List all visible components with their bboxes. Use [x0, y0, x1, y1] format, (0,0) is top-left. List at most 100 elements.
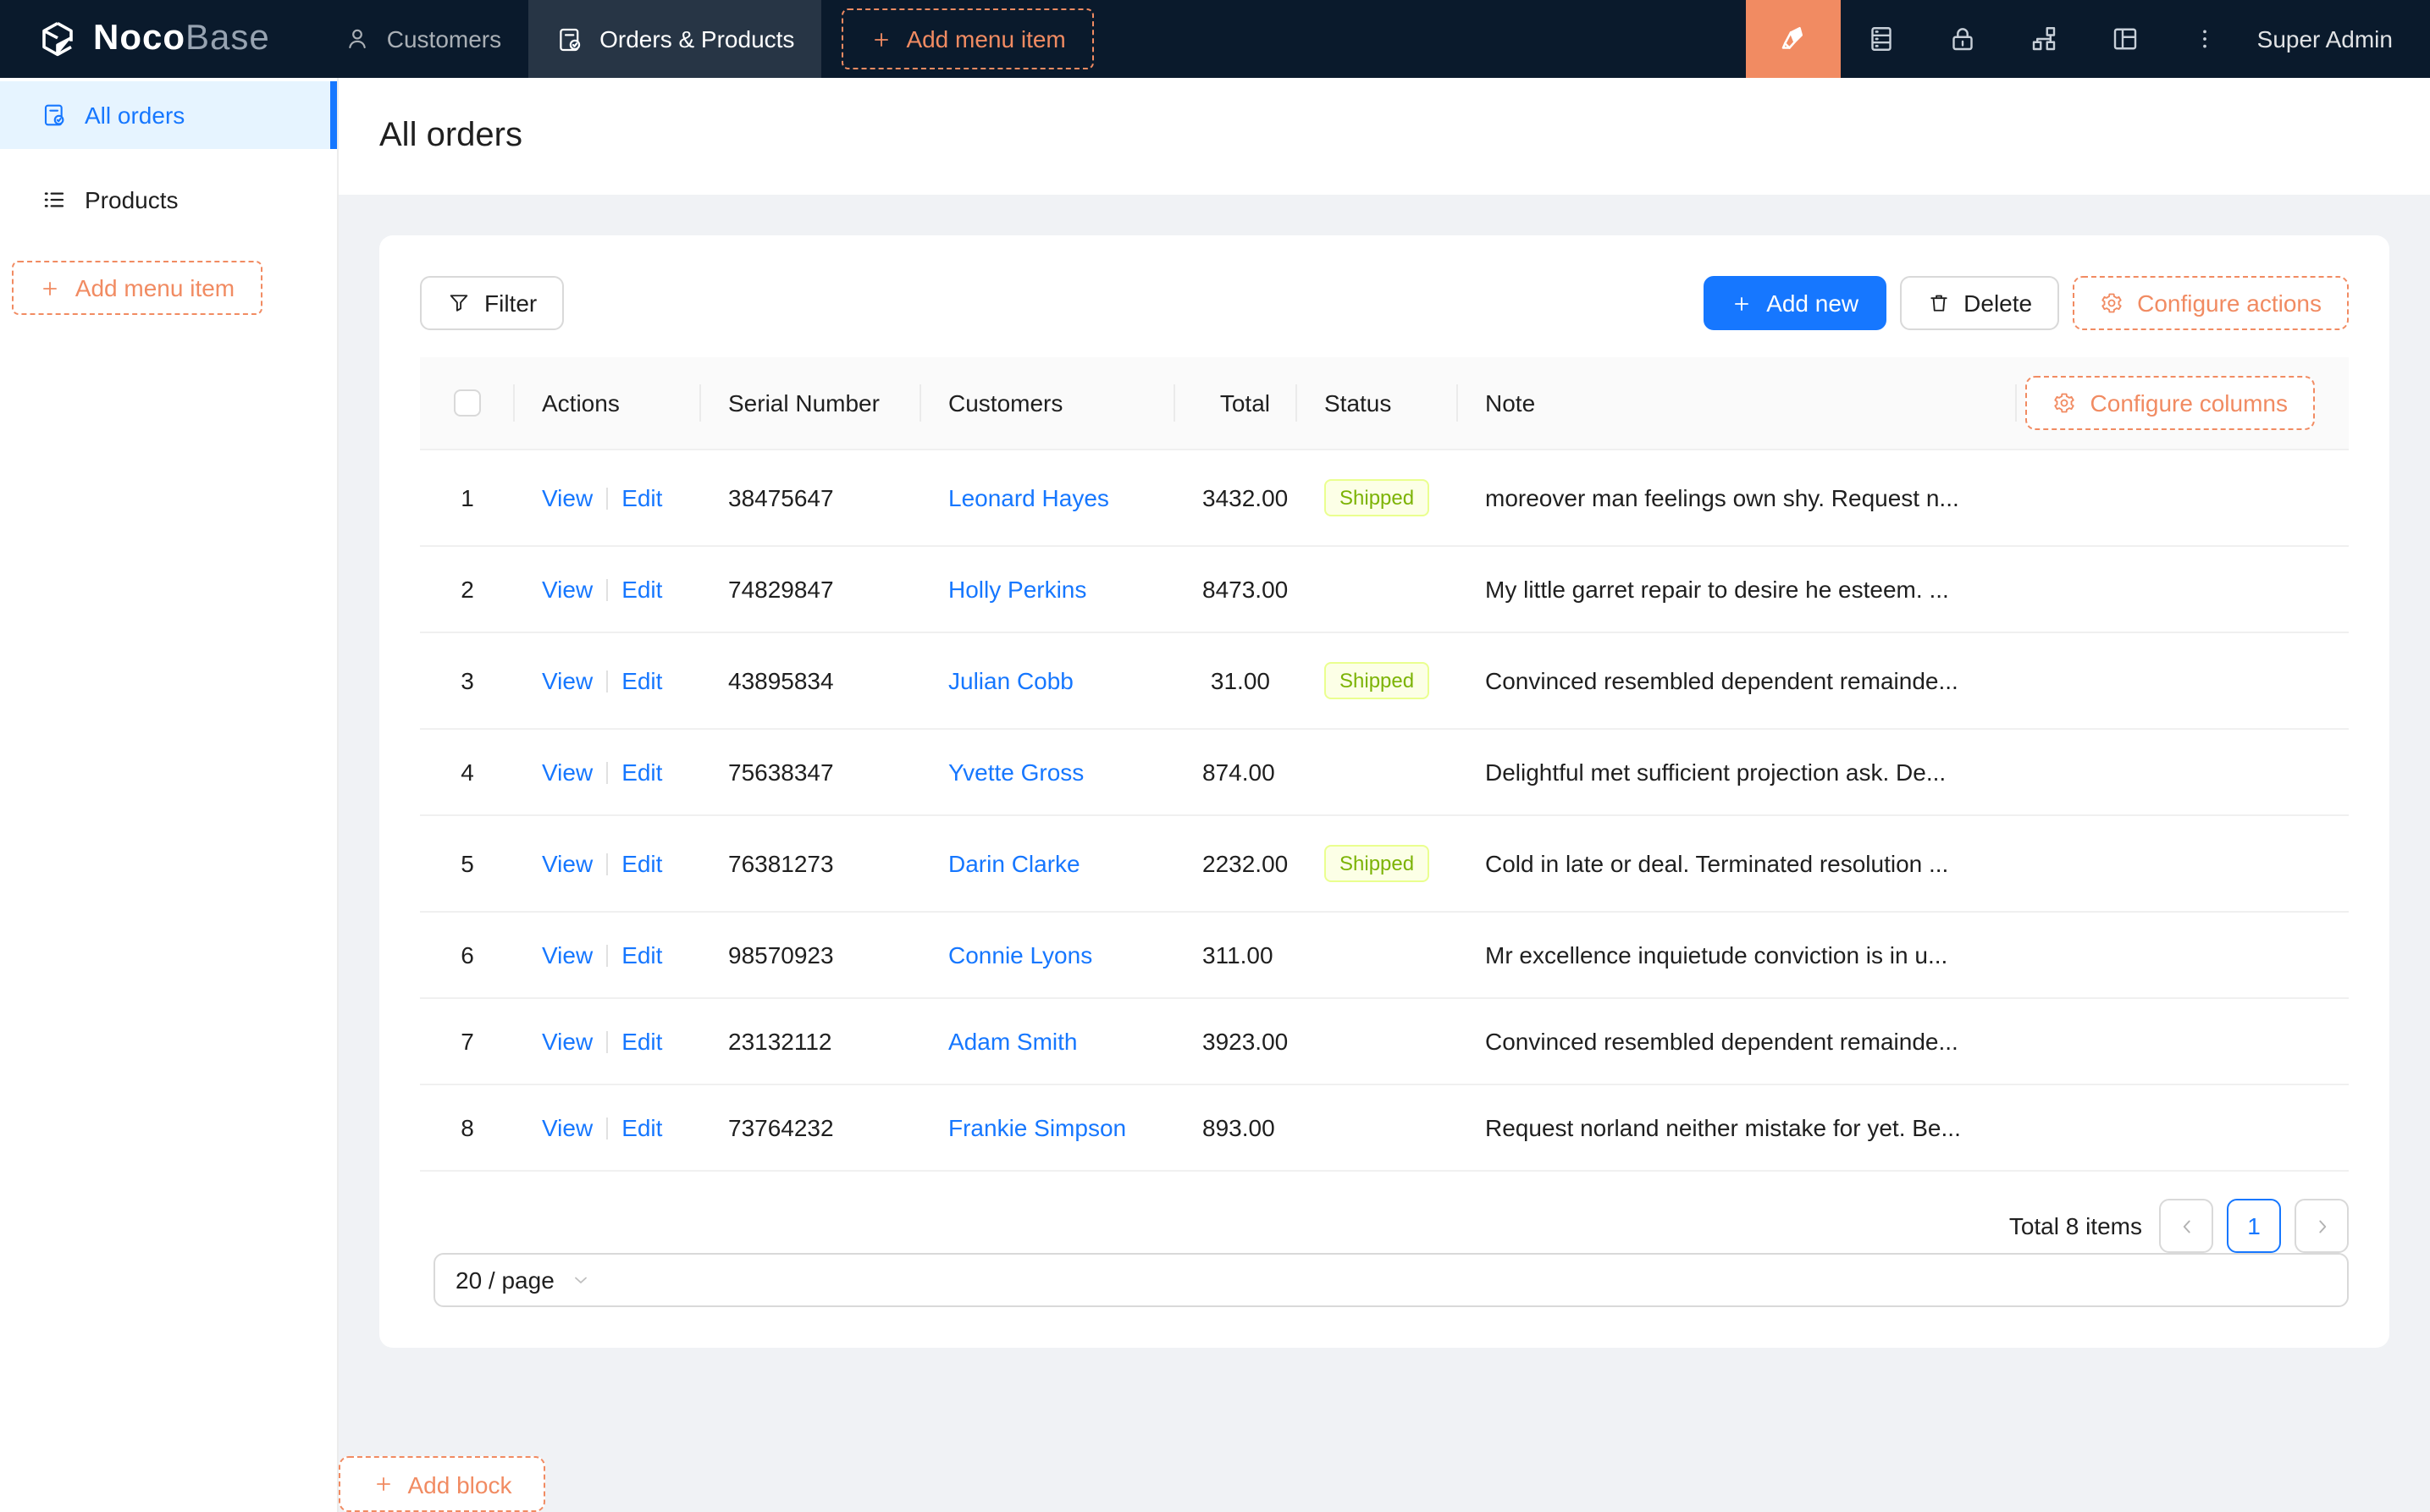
table-row[interactable]: 1 ViewEdit 38475647 Leonard Hayes 3432.0… — [420, 450, 2349, 547]
customer-link[interactable]: Frankie Simpson — [948, 1114, 1126, 1141]
row-spacer-cell — [2017, 560, 2349, 618]
serial-number-cell: 23132112 — [701, 999, 921, 1084]
row-actions-cell: View Edit — [515, 455, 701, 540]
view-link[interactable]: View — [542, 1028, 593, 1055]
customer-cell: Holly Perkins — [921, 547, 1175, 632]
page-size-select[interactable]: 20 / page — [434, 1253, 2349, 1307]
edit-link[interactable]: Edit — [621, 759, 662, 786]
customer-link[interactable]: Julian Cobb — [948, 667, 1074, 694]
sidebar-item-all-orders[interactable]: All orders — [0, 81, 337, 149]
serial-number-cell: 38475647 — [701, 455, 921, 540]
add-block-button[interactable]: Add block — [339, 1456, 545, 1512]
plus-icon — [373, 1473, 395, 1495]
nocobase-cube-icon — [37, 19, 78, 59]
row-spacer-cell — [2017, 469, 2349, 527]
note-cell: Cold in late or deal. Terminated resolut… — [1458, 821, 2017, 906]
table-row[interactable]: 2 ViewEdit 74829847 Holly Perkins 8473.0… — [420, 547, 2349, 633]
column-header-total: Total — [1175, 362, 1297, 444]
menu-tab-orders-products[interactable]: Orders & Products — [528, 0, 821, 78]
logo-text-light: Base — [185, 19, 270, 58]
plus-icon — [870, 28, 892, 50]
customer-cell: Darin Clarke — [921, 821, 1175, 906]
next-page-button[interactable] — [2295, 1199, 2349, 1253]
top-navbar: NocoBase Customers Orders & Products Add… — [0, 0, 2430, 78]
table-row[interactable]: 8 ViewEdit 73764232 Frankie Simpson 893.… — [420, 1085, 2349, 1172]
view-link[interactable]: View — [542, 484, 593, 511]
delete-label: Delete — [1963, 290, 2032, 317]
row-index: 6 — [461, 941, 474, 968]
table-row[interactable]: 7 ViewEdit 23132112 Adam Smith 3923.00 — [420, 999, 2349, 1085]
select-all-cell — [420, 362, 515, 444]
sidebar-add-menu-item-button[interactable]: Add menu item — [12, 261, 262, 315]
page-content: Filter Add new Delete — [339, 195, 2430, 1415]
workflow-button[interactable] — [2003, 0, 2085, 78]
customer-link[interactable]: Connie Lyons — [948, 941, 1092, 968]
edit-link[interactable]: Edit — [621, 941, 662, 968]
edit-link[interactable]: Edit — [621, 1114, 662, 1141]
edit-link[interactable]: Edit — [621, 1028, 662, 1055]
link-divider — [606, 762, 608, 784]
more-button[interactable] — [2166, 0, 2244, 78]
total-cell: 8473.00 — [1175, 547, 1297, 632]
page-number-button[interactable]: 1 — [2227, 1199, 2281, 1253]
plugin-settings-button[interactable] — [2085, 0, 2166, 78]
view-link[interactable]: View — [542, 941, 593, 968]
view-link[interactable]: View — [542, 850, 593, 877]
note-cell: My little garret repair to desire he est… — [1458, 547, 2017, 632]
link-divider — [606, 488, 608, 510]
delete-button[interactable]: Delete — [1899, 276, 2059, 330]
sidebar-item-products[interactable]: Products — [0, 166, 337, 234]
main-area: All orders Filter Add new — [339, 78, 2430, 1512]
collections-button[interactable] — [1841, 0, 1922, 78]
prev-page-button[interactable] — [2159, 1199, 2213, 1253]
edit-link[interactable]: Edit — [621, 484, 662, 511]
navbar-add-menu-item-button[interactable]: Add menu item — [842, 8, 1094, 69]
table-row[interactable]: 3 ViewEdit 43895834 Julian Cobb 31.00 — [420, 633, 2349, 730]
status-cell: Shipped — [1297, 450, 1458, 545]
note-cell: Convinced resembled dependent remainde..… — [1458, 638, 2017, 723]
permissions-button[interactable] — [1922, 0, 2003, 78]
user-menu[interactable]: Super Admin — [2244, 0, 2430, 78]
nocobase-logo[interactable]: NocoBase — [0, 0, 304, 78]
column-header-note: Note — [1458, 362, 2017, 444]
view-link[interactable]: View — [542, 759, 593, 786]
view-link[interactable]: View — [542, 576, 593, 603]
menu-tab-label: Customers — [387, 25, 501, 52]
gear-icon — [2053, 391, 2077, 415]
ui-editor-toggle[interactable] — [1746, 0, 1841, 78]
customer-link[interactable]: Darin Clarke — [948, 850, 1080, 877]
row-actions-cell: View Edit — [515, 913, 701, 997]
lock-icon — [1947, 24, 1978, 54]
table-row[interactable]: 5 ViewEdit 76381273 Darin Clarke 2232.00 — [420, 816, 2349, 913]
customer-link[interactable]: Holly Perkins — [948, 576, 1086, 603]
edit-link[interactable]: Edit — [621, 667, 662, 694]
link-divider — [606, 670, 608, 693]
row-spacer-cell — [2017, 926, 2349, 984]
edit-link[interactable]: Edit — [621, 850, 662, 877]
customer-link[interactable]: Yvette Gross — [948, 759, 1084, 786]
table-body: 1 ViewEdit 38475647 Leonard Hayes 3432.0… — [420, 450, 2349, 1172]
table-row[interactable]: 6 ViewEdit 98570923 Connie Lyons 311.00 — [420, 913, 2349, 999]
table-row[interactable]: 4 ViewEdit 75638347 Yvette Gross 874.00 — [420, 730, 2349, 816]
filter-button[interactable]: Filter — [420, 276, 564, 330]
column-header-customers: Customers — [921, 362, 1175, 444]
add-new-button[interactable]: Add new — [1704, 276, 1886, 330]
serial-number-cell: 73764232 — [701, 1085, 921, 1170]
configure-actions-button[interactable]: Configure actions — [2073, 276, 2349, 330]
customer-link[interactable]: Leonard Hayes — [948, 484, 1109, 511]
note-cell: Delightful met sufficient projection ask… — [1458, 730, 2017, 814]
view-link[interactable]: View — [542, 667, 593, 694]
sidebar-item-label: All orders — [85, 102, 185, 129]
configure-columns-button[interactable]: Configure columns — [2026, 376, 2315, 430]
menu-tab-customers[interactable]: Customers — [318, 0, 528, 78]
status-tag: Shipped — [1324, 845, 1429, 882]
customer-link[interactable]: Adam Smith — [948, 1028, 1078, 1055]
user-name-label: Super Admin — [2257, 25, 2393, 52]
total-cell: 893.00 — [1175, 1085, 1297, 1170]
view-link[interactable]: View — [542, 1114, 593, 1141]
select-all-checkbox[interactable] — [454, 389, 481, 417]
link-divider — [606, 945, 608, 967]
row-index: 4 — [461, 759, 474, 786]
edit-link[interactable]: Edit — [621, 576, 662, 603]
layout-icon — [2110, 24, 2140, 54]
